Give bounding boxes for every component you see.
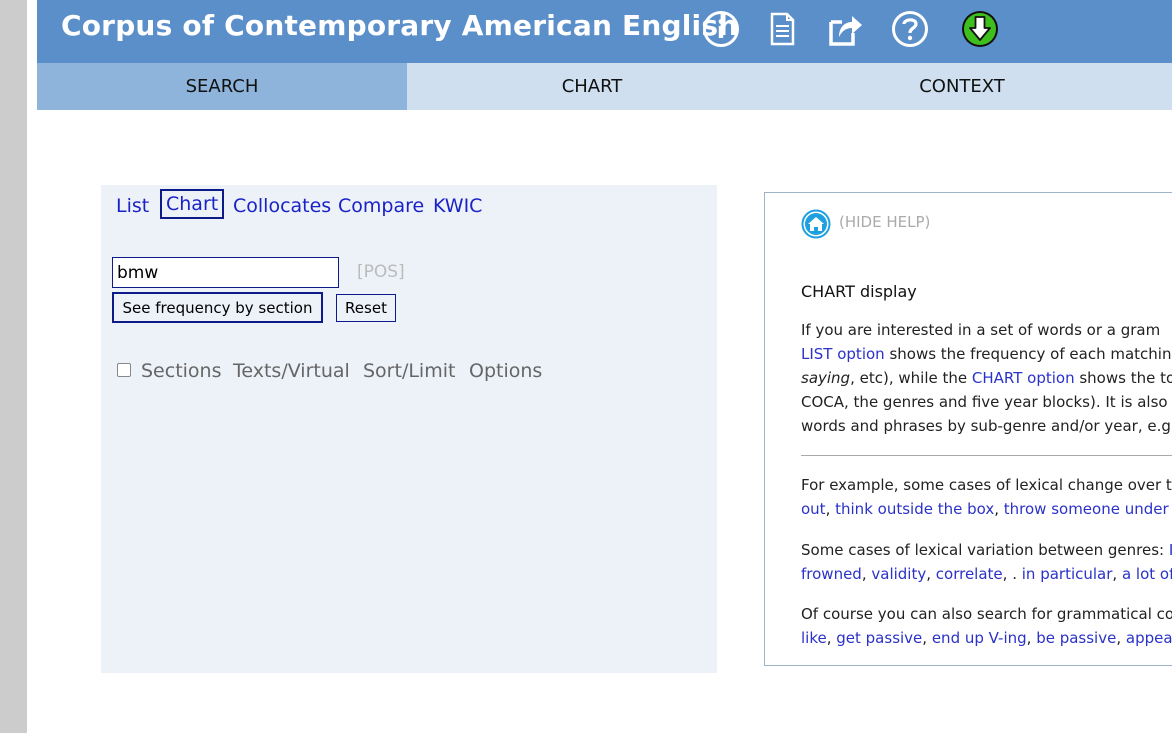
word-search-input[interactable] (112, 257, 339, 288)
example-end-up-link[interactable]: end up V-ing (932, 629, 1027, 647)
sections-option[interactable]: Sections (141, 360, 222, 382)
texts-virtual-option[interactable]: Texts/Virtual (233, 360, 350, 382)
help-panel: (HIDE HELP) CHART display If you are int… (764, 192, 1172, 666)
help-p1-line2-rest: shows the frequency of each matchin (884, 345, 1172, 363)
sections-checkbox[interactable] (117, 363, 131, 377)
help-p3-line2: frowned, validity, correlate, . in parti… (801, 562, 1172, 586)
example-be-passive-link[interactable]: be passive (1036, 629, 1116, 647)
example-in-particular-link[interactable]: in particular (1022, 565, 1113, 583)
help-p1-line3: saying, etc), while the CHART option sho… (801, 366, 1172, 390)
example-get-passive-link[interactable]: get passive (836, 629, 922, 647)
app-title: Corpus of Contemporary American English (61, 9, 739, 42)
help-p4-line1: Of course you can also search for gramma… (801, 605, 1172, 623)
help-p1-line4: COCA, the genres and five year blocks). … (801, 393, 1168, 411)
help-paragraph-2: For example, some cases of lexical chang… (801, 473, 1172, 521)
help-title: CHART display (801, 282, 917, 301)
download-icon[interactable] (960, 9, 1000, 49)
help-p3-dot: . (1012, 565, 1022, 583)
tab-chart[interactable]: CHART (407, 63, 777, 110)
help-p4-line2: like, get passive, end up V-ing, be pass… (801, 626, 1172, 650)
search-panel: List Chart Collocates Compare KWIC [POS]… (101, 185, 717, 673)
mode-collocates-link[interactable]: Collocates (233, 195, 331, 217)
info-icon[interactable] (701, 9, 741, 49)
hide-help-link[interactable]: (HIDE HELP) (839, 213, 930, 231)
options-option[interactable]: Options (469, 360, 542, 382)
help-paragraph-4: Of course you can also search for gramma… (801, 602, 1172, 650)
help-p3-line1-text: Some cases of lexical variation between … (801, 541, 1169, 559)
pos-link[interactable]: [POS] (357, 262, 405, 282)
example-frowned-link[interactable]: frowned (801, 565, 862, 583)
example-appear-link[interactable]: appear (1126, 629, 1172, 647)
help-p1-line3-rest: shows the to (1074, 369, 1172, 387)
mode-kwic-link[interactable]: KWIC (433, 195, 482, 217)
help-divider (801, 455, 1172, 456)
tab-search[interactable]: SEARCH (37, 63, 407, 110)
app-header: Corpus of Contemporary American English (37, 0, 1172, 63)
example-correlate-link[interactable]: correlate (936, 565, 1003, 583)
help-italic-saying: saying (801, 369, 851, 387)
sort-limit-option[interactable]: Sort/Limit (363, 360, 455, 382)
main-tabs: SEARCH CHART CONTEXT (37, 63, 1172, 110)
example-out-link[interactable]: out (801, 500, 826, 518)
example-think-outside-link[interactable]: think outside the box (835, 500, 994, 518)
help-p2-line1: For example, some cases of lexical chang… (801, 476, 1172, 494)
help-p1-line2: LIST option shows the frequency of each … (801, 342, 1172, 366)
tab-context[interactable]: CONTEXT (777, 63, 1147, 110)
example-throw-someone-link[interactable]: throw someone under (1004, 500, 1169, 518)
example-a-lot-of-link[interactable]: a lot of, (1122, 565, 1172, 583)
help-paragraph-3: Some cases of lexical variation between … (801, 538, 1172, 586)
help-p1-line3-mid: , etc), while the (850, 369, 972, 387)
help-paragraph-1: If you are interested in a set of words … (801, 318, 1172, 438)
mode-list-link[interactable]: List (116, 195, 149, 217)
mode-chart-link[interactable]: Chart (160, 189, 225, 219)
see-frequency-button[interactable]: See frequency by section (112, 292, 323, 323)
gutter-gap (27, 0, 37, 733)
help-icon[interactable] (890, 9, 930, 49)
example-validity-link[interactable]: validity (871, 565, 926, 583)
document-icon[interactable] (762, 9, 802, 49)
help-p1-line5: words and phrases by sub-genre and/or ye… (801, 417, 1171, 435)
help-p3-line1: Some cases of lexical variation between … (801, 538, 1172, 562)
example-like-link[interactable]: like (801, 629, 827, 647)
reset-button[interactable]: Reset (336, 294, 396, 322)
left-gutter (0, 0, 27, 733)
home-icon[interactable] (801, 209, 831, 239)
mode-compare-link[interactable]: Compare (338, 195, 424, 217)
list-option-link[interactable]: LIST option (801, 345, 885, 363)
external-link-icon[interactable] (826, 9, 866, 49)
help-p1-line1: If you are interested in a set of words … (801, 321, 1161, 339)
help-p2-line2: out, think outside the box, throw someon… (801, 500, 1169, 518)
chart-option-link[interactable]: CHART option (972, 369, 1075, 387)
